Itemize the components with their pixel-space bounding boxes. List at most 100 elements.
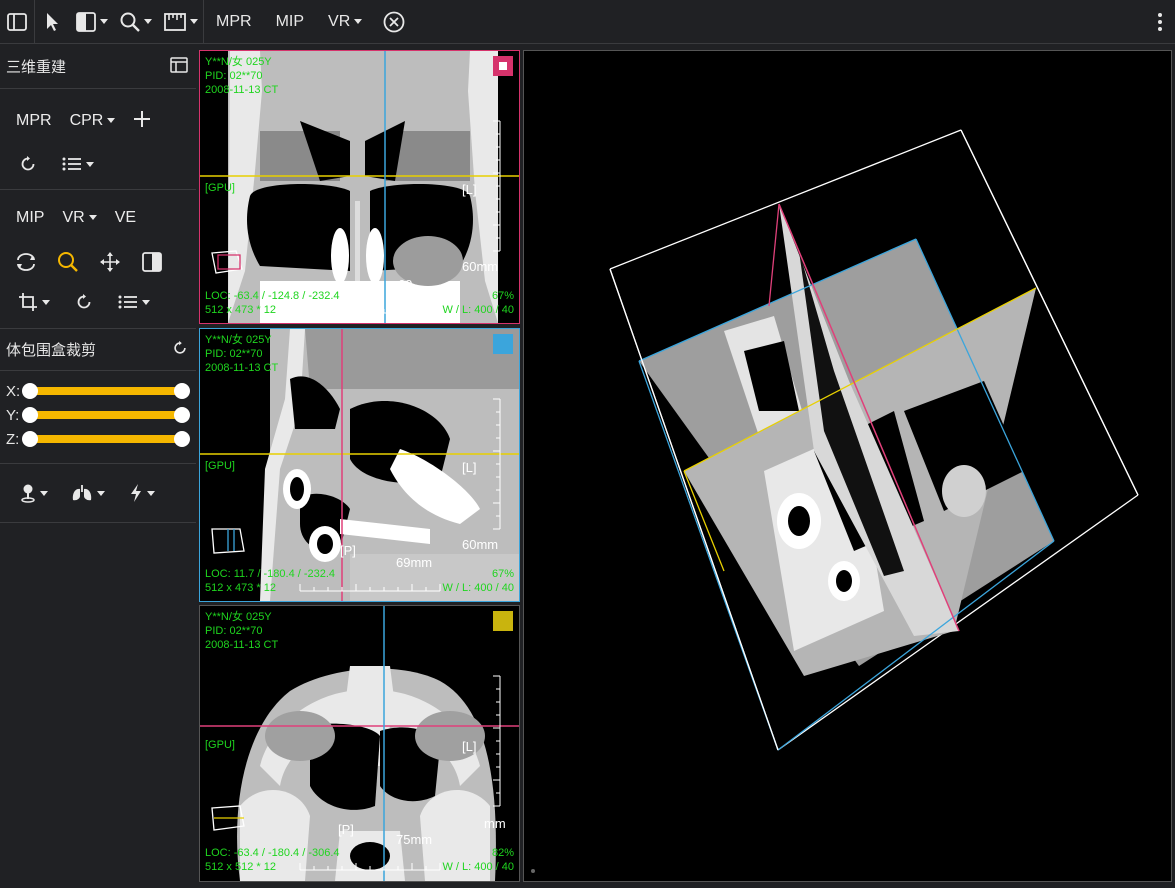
measure-tool-icon[interactable]	[159, 0, 203, 44]
cpr-mode-button[interactable]: CPR	[70, 112, 116, 130]
crop-slider-x[interactable]: X:	[0, 379, 196, 403]
orientation-bottom-label: [P]	[338, 822, 354, 837]
chevron-down-icon	[107, 118, 116, 124]
chevron-down-icon	[354, 19, 363, 24]
orientation-label: [L]	[462, 182, 477, 197]
study-date: 2008-11-13 CT	[205, 362, 279, 374]
window-level-tool-icon[interactable]	[71, 0, 113, 44]
gpu-label: [GPU]	[205, 182, 235, 194]
volume-dims: 512 x 473 * 12	[205, 582, 276, 594]
pan-move-icon[interactable]	[98, 250, 122, 274]
layout-panel-icon[interactable]	[170, 56, 188, 77]
crop-icon[interactable]	[14, 290, 54, 314]
ruler-label: 69	[398, 277, 413, 292]
chevron-down-icon	[86, 161, 94, 167]
sidebar-toggle-icon[interactable]	[0, 0, 34, 44]
left-tool-panel: 三维重建 MPR CPR MIP VR VE 体包围盒裁剪 X: Y: Z:	[0, 45, 196, 888]
section-title: 体包围盒裁剪	[6, 342, 97, 359]
viewport-color-marker[interactable]	[493, 334, 513, 354]
close-circle-icon[interactable]	[376, 0, 412, 44]
slider-max-handle[interactable]	[174, 431, 190, 447]
patient-id: PID: 02**70	[205, 70, 263, 82]
recon-section-header: 三维重建	[0, 45, 196, 89]
patient-info: Y**N/女 025Y PID: 02**70 2008-11-13 CT	[205, 333, 278, 375]
zoom-level: 67%	[491, 568, 514, 580]
sagittal-viewport[interactable]: Y**N/女 025Y PID: 02**70 2008-11-13 CT [G…	[199, 328, 520, 602]
reset-icon[interactable]	[16, 152, 40, 176]
crop-section-header: 体包围盒裁剪	[0, 329, 196, 371]
render-tools-row-2	[0, 282, 196, 328]
slider-min-handle[interactable]	[22, 383, 38, 399]
chevron-down-icon	[144, 19, 152, 24]
pin-marker-icon[interactable]	[14, 481, 54, 505]
recon-mode-row: MPR CPR	[0, 89, 196, 147]
volume-dims: 512 x 473 * 12	[205, 304, 276, 316]
chevron-down-icon	[142, 299, 150, 305]
pointer-tool-icon[interactable]	[35, 0, 71, 44]
location-coords: LOC: 11.7 / -180.4 / -232.4	[205, 568, 336, 580]
zoom-level: 82%	[491, 847, 514, 859]
viewport-color-marker[interactable]	[493, 56, 513, 76]
list-menu-icon[interactable]	[58, 152, 98, 176]
mpr-button[interactable]: MPR	[204, 0, 262, 44]
chevron-down-icon	[147, 490, 155, 496]
coronal-viewport[interactable]: Y**N/女 025Y PID: 02**70 2008-11-13 CT [G…	[199, 50, 520, 324]
ve-mode-button[interactable]: VE	[115, 209, 136, 227]
mip-button[interactable]: MIP	[262, 0, 314, 44]
top-toolbar: MPR MIP VR	[0, 0, 1175, 44]
patient-name: Y**N/女 025Y	[205, 334, 272, 346]
scale-label: 60mm	[462, 537, 499, 552]
location-info: LOC: -63.4 / -124.8 / -232.4 512 x 473 *…	[205, 289, 340, 317]
reset-icon[interactable]	[72, 290, 96, 314]
patient-id: PID: 02**70	[205, 348, 263, 360]
axial-viewport[interactable]: Y**N/女 025Y PID: 02**70 2008-11-13 CT [G…	[199, 605, 520, 882]
slider-min-handle[interactable]	[22, 431, 38, 447]
cpr-label: CPR	[69, 112, 104, 129]
location-coords: LOC: -63.4 / -180.4 / -306.4	[205, 847, 340, 859]
slider-track[interactable]	[22, 407, 190, 423]
reset-icon[interactable]	[172, 340, 188, 360]
chevron-down-icon	[42, 299, 50, 305]
patient-name: Y**N/女 025Y	[205, 56, 272, 68]
zoom-active-icon[interactable]	[56, 250, 80, 274]
gpu-label: [GPU]	[205, 460, 235, 472]
location-coords: LOC: -63.4 / -124.8 / -232.4	[205, 290, 340, 302]
crop-slider-y[interactable]: Y:	[0, 403, 196, 427]
section-title: 三维重建	[6, 59, 67, 76]
patient-name: Y**N/女 025Y	[205, 611, 272, 623]
orientation-label: [L]	[462, 460, 477, 475]
chevron-down-icon	[100, 19, 108, 24]
add-icon[interactable]	[133, 110, 151, 133]
rotate-3d-icon[interactable]	[14, 250, 38, 274]
lungs-icon[interactable]	[68, 481, 108, 505]
ruler-label: 69mm	[396, 555, 433, 570]
recon-action-row	[0, 147, 196, 189]
zoom-tool-icon[interactable]	[113, 0, 159, 44]
vr-label: VR	[62, 209, 85, 226]
list-menu-icon[interactable]	[114, 290, 154, 314]
volume-dims: 512 x 512 * 12	[205, 861, 276, 873]
window-level-icon[interactable]	[140, 250, 164, 274]
mpr-mode-button[interactable]: MPR	[16, 112, 52, 130]
section-divider	[0, 522, 196, 523]
lightning-icon[interactable]	[122, 481, 162, 505]
slider-track[interactable]	[22, 431, 190, 447]
viewport-color-marker[interactable]	[493, 611, 513, 631]
3d-render-viewport[interactable]	[523, 50, 1172, 882]
patient-info: Y**N/女 025Y PID: 02**70 2008-11-13 CT	[205, 55, 278, 97]
orientation-bottom-label: [P]	[340, 543, 356, 558]
chevron-down-icon	[88, 215, 97, 221]
crop-slider-z[interactable]: Z:	[0, 427, 196, 451]
study-date: 2008-11-13 CT	[205, 639, 279, 651]
mip-mode-button[interactable]: MIP	[16, 209, 44, 227]
more-vertical-icon[interactable]	[1145, 0, 1175, 44]
vr-button[interactable]: VR	[314, 0, 372, 44]
slider-max-handle[interactable]	[174, 407, 190, 423]
patient-id: PID: 02**70	[205, 625, 263, 637]
slider-max-handle[interactable]	[174, 383, 190, 399]
segmentation-tools-row	[0, 464, 196, 522]
vr-mode-button[interactable]: VR	[62, 209, 97, 227]
slider-track[interactable]	[22, 383, 190, 399]
slider-min-handle[interactable]	[22, 407, 38, 423]
scale-label: 75mm	[396, 832, 433, 847]
